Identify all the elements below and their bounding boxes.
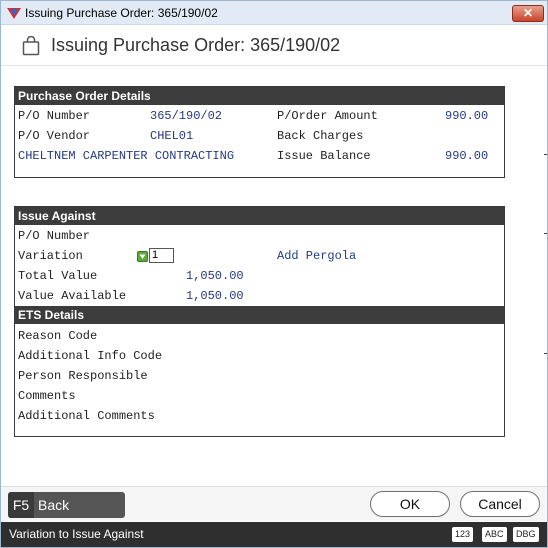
- vendor-name: CHELTNEM CARPENTER CONTRACTING: [18, 149, 235, 163]
- ok-button[interactable]: OK: [370, 491, 450, 517]
- status-text: Variation to Issue Against: [9, 527, 144, 541]
- dialog-header: Issuing Purchase Order: 365/190/02: [1, 26, 547, 66]
- edge-tick: [544, 353, 547, 354]
- po-amount-label: P/Order Amount: [277, 109, 378, 123]
- alpha-mode-badge[interactable]: ABC: [482, 527, 507, 542]
- dropdown-arrow-icon[interactable]: [137, 251, 148, 262]
- issue-po-number-label: P/O Number: [18, 229, 91, 243]
- issue-balance-label: Issue Balance: [277, 149, 371, 163]
- shopping-bag-icon: [22, 36, 40, 56]
- back-charges-button[interactable]: F5 Back Charges: [8, 492, 125, 539]
- total-value-label: Total Value: [18, 269, 98, 283]
- po-details-panel: Purchase Order Details P/O Number 365/19…: [14, 86, 505, 178]
- issue-against-panel: Issue Against P/O Number Variation 1 Add…: [14, 206, 505, 437]
- po-details-heading: Purchase Order Details: [15, 87, 504, 105]
- issue-balance-value: 990.00: [445, 149, 489, 163]
- po-vendor-value: CHEL01: [150, 129, 194, 143]
- window-title: Issuing Purchase Order: 365/190/02: [25, 6, 218, 20]
- dialog-content: Purchase Order Details P/O Number 365/19…: [1, 67, 547, 485]
- cancel-button[interactable]: Cancel: [460, 491, 540, 517]
- numeric-mode-badge[interactable]: 123: [452, 527, 474, 542]
- dialog-window: Issuing Purchase Order: 365/190/02 ✕ Iss…: [0, 0, 548, 548]
- back-charges-label: Back Charges: [277, 129, 364, 143]
- additional-comments-label: Additional Comments: [18, 409, 155, 423]
- f5-key-label: F5: [8, 492, 34, 518]
- page-title: Issuing Purchase Order: 365/190/02: [51, 35, 341, 55]
- issue-against-heading: Issue Against: [15, 207, 504, 225]
- po-amount-value: 990.00: [445, 109, 489, 123]
- po-number-label: P/O Number: [18, 109, 91, 123]
- debug-mode-badge[interactable]: DBG: [513, 527, 539, 542]
- dialog-footer: F5 Back Charges OK Cancel: [1, 486, 547, 539]
- app-logo-icon: [7, 8, 21, 19]
- total-value: 1,050.00: [186, 269, 244, 283]
- value-available: 1,050.00: [186, 289, 244, 303]
- reason-code-label: Reason Code: [18, 329, 98, 343]
- person-responsible-label: Person Responsible: [18, 369, 148, 383]
- value-available-label: Value Available: [18, 289, 127, 303]
- additional-info-code-label: Additional Info Code: [18, 349, 163, 363]
- ets-details-heading: ETS Details: [15, 306, 504, 324]
- po-vendor-label: P/O Vendor: [18, 129, 91, 143]
- status-bar: Variation to Issue Against 123 ABC DBG: [1, 522, 547, 547]
- edge-tick: [544, 154, 547, 155]
- comments-label: Comments: [18, 389, 76, 403]
- po-number-value: 365/190/02: [150, 109, 223, 123]
- title-bar: Issuing Purchase Order: 365/190/02 ✕: [1, 1, 547, 25]
- edge-tick: [544, 233, 547, 234]
- variation-input[interactable]: 1: [149, 248, 174, 263]
- variation-label: Variation: [18, 249, 83, 263]
- variation-description: Add Pergola: [277, 249, 357, 263]
- close-button[interactable]: ✕: [512, 5, 544, 22]
